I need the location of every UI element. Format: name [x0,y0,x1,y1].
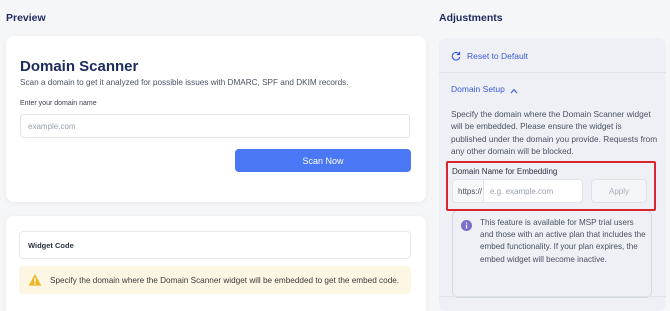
widget-warning-text: Specify the domain where the Domain Scan… [50,275,400,285]
scanner-subtitle: Scan a domain to get it analyzed for pos… [20,78,349,87]
info-icon [461,218,472,231]
embed-info-box: This feature is available for MSP trial … [452,210,652,298]
bottom-divider [439,296,666,297]
domain-setup-description: Specify the domain where the Domain Scan… [451,109,658,156]
domain-input[interactable]: example.com [20,114,410,138]
warning-triangle-icon [28,273,42,287]
reset-to-default-link[interactable]: Reset to Default [451,51,528,61]
preview-heading: Preview [6,12,46,24]
widget-code-card: Widget Code Specify the domain where the… [6,216,426,311]
scanner-title: Domain Scanner [20,58,139,75]
widget-warning: Specify the domain where the Domain Scan… [19,266,411,294]
scan-now-button[interactable]: Scan Now [235,149,411,172]
embed-info-text: This feature is available for MSP trial … [480,218,646,264]
refresh-icon [451,51,461,61]
divider [439,72,666,73]
widget-code-box: Widget Code [19,231,411,259]
adjustments-heading: Adjustments [439,12,503,24]
reset-label: Reset to Default [467,51,528,61]
domain-setup-toggle[interactable]: Domain Setup [451,84,518,94]
highlight-box [446,161,656,211]
chevron-up-icon [510,86,518,94]
widget-code-label: Widget Code [28,241,74,250]
domain-input-placeholder: example.com [28,122,76,131]
domain-scanner-card: Domain Scanner Scan a domain to get it a… [6,36,426,202]
domain-setup-title: Domain Setup [451,84,505,94]
domain-input-label: Enter your domain name [20,100,97,107]
